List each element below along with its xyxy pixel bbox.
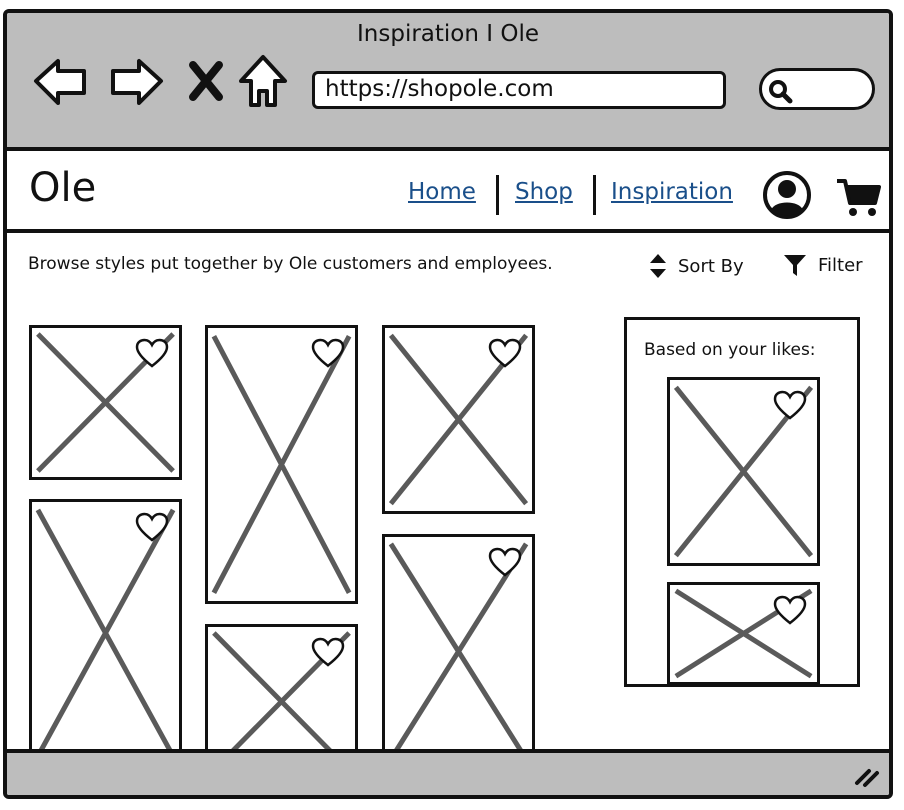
recommendations-title: Based on your likes: [644,340,816,360]
heart-icon[interactable] [135,512,169,542]
recommended-item[interactable] [667,377,820,566]
image-placeholder [208,328,355,601]
browser-search-field[interactable] [759,68,875,110]
nav-link-shop[interactable]: Shop [515,179,573,205]
recommended-item[interactable] [667,582,820,685]
window-title: Inspiration I Ole [357,21,539,47]
site-header: Ole Home Shop Inspiration [7,151,889,233]
address-bar[interactable]: https://shopole.com [312,71,726,109]
nav-link-home[interactable]: Home [408,179,476,205]
sort-icon [650,254,666,278]
heart-icon[interactable] [311,338,345,368]
resize-handle-icon[interactable] [851,761,883,791]
heart-icon[interactable] [773,390,807,420]
search-icon [769,80,793,104]
site-logo[interactable]: Ole [29,165,96,211]
gallery-item[interactable] [382,325,535,514]
browser-window: Inspiration I Ole https://shopole.com Ol… [3,9,893,799]
heart-icon[interactable] [488,338,522,368]
browser-chrome: Inspiration I Ole https://shopole.com [7,13,889,151]
home-icon[interactable] [235,53,291,109]
heart-icon[interactable] [311,637,345,667]
back-arrow-icon[interactable] [32,53,88,109]
filter-button[interactable]: Filter [782,252,863,278]
nav-divider [496,175,499,215]
recommendations-panel: Based on your likes: [624,317,860,687]
gallery-item[interactable] [205,325,358,604]
forward-arrow-icon[interactable] [107,53,163,109]
filter-icon [784,255,806,276]
sort-label: Sort By [678,255,744,277]
heart-icon[interactable] [488,547,522,577]
gallery-item[interactable] [29,499,182,767]
nav-link-inspiration[interactable]: Inspiration [611,179,733,205]
filter-label: Filter [818,254,863,276]
cart-icon[interactable] [835,175,883,223]
sort-button[interactable]: Sort By [648,252,744,280]
page-intro: Browse styles put together by Ole custom… [28,254,553,274]
user-avatar-icon[interactable] [762,170,812,224]
gallery-item[interactable] [29,325,182,480]
browser-status-bar [7,749,889,795]
heart-icon[interactable] [773,595,807,625]
nav-divider [593,175,596,215]
gallery-item[interactable] [382,534,535,769]
heart-icon[interactable] [135,338,169,368]
